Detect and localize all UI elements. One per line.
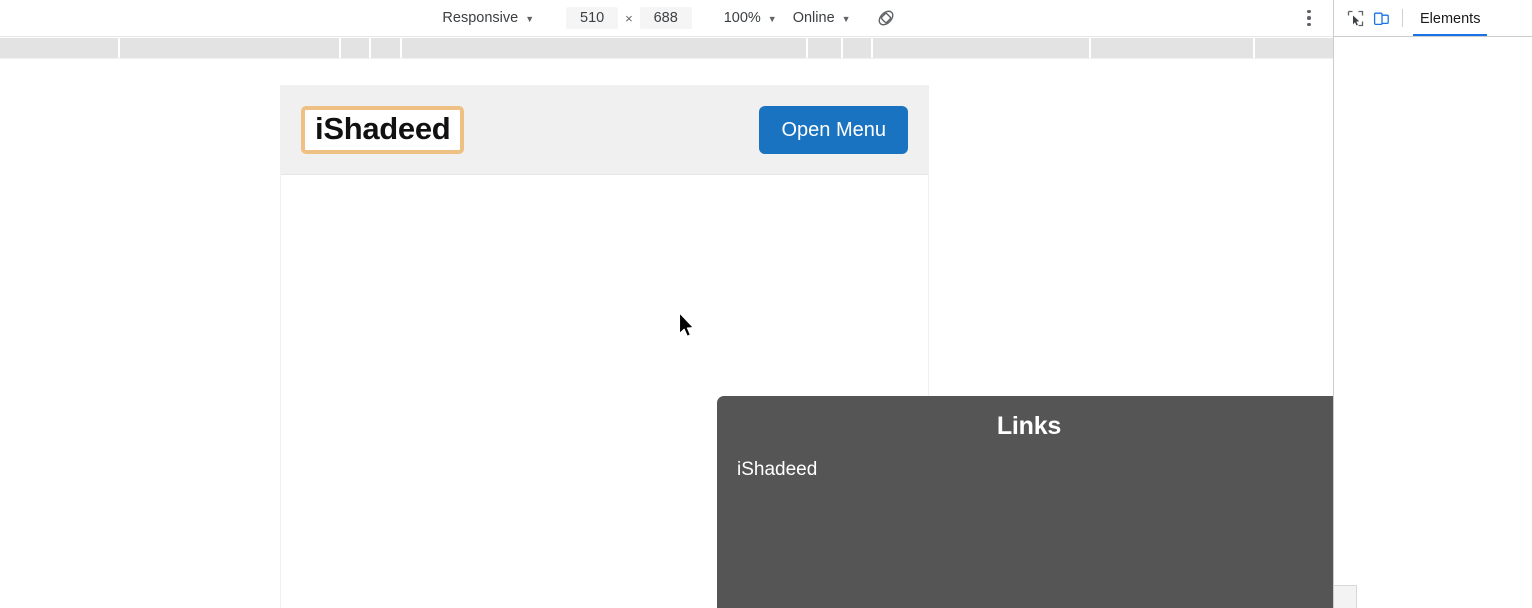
ruler-tick <box>1253 38 1255 58</box>
links-item-link[interactable]: iShadeed <box>737 459 817 480</box>
site-logo: iShadeed <box>301 106 465 154</box>
list-item: iShadeed <box>737 459 1333 481</box>
dom-row-body[interactable]: ▼ <body translate="no" <box>1334 497 1532 516</box>
dom-row-head[interactable]: ▶ <head>…</head> <box>1334 421 1532 440</box>
dom-row-html[interactable]: <html lang="en"> <box>1334 155 1532 174</box>
devtools-corner-button[interactable] <box>1334 585 1357 608</box>
toggle-device-toolbar-button[interactable] <box>1368 5 1394 31</box>
kebab-dot <box>1307 16 1311 20</box>
toggle-device-toolbar-icon <box>1373 12 1389 25</box>
links-overlay-panel: Links iShadeed <box>717 396 1333 608</box>
chevron-down-icon: ▼ <box>525 13 535 24</box>
kebab-dot <box>1307 9 1311 14</box>
dimension-separator: × <box>625 10 633 26</box>
dom-tree: <!doctype html> <html lang="en"> <script… <box>1334 37 1532 608</box>
inspect-element-button[interactable] <box>1342 5 1368 31</box>
throttling-label: Online <box>792 10 835 26</box>
tab-elements[interactable]: Elements <box>1411 2 1489 36</box>
device-preset-select[interactable]: Responsive ▼ <box>434 7 542 29</box>
viewport-width-input[interactable] <box>566 7 619 29</box>
devtools-panel: Elements <!doctype html> <html lang="en"… <box>1333 0 1532 608</box>
site-header: iShadeed Open Menu <box>281 86 928 175</box>
ruler-tick <box>841 38 843 58</box>
kebab-dot <box>1307 22 1311 27</box>
open-menu-button[interactable]: Open Menu <box>759 106 908 154</box>
chevron-down-icon: ▼ <box>767 13 777 24</box>
links-panel-title: Links <box>996 412 1062 440</box>
device-preset-label: Responsive <box>442 10 519 26</box>
devtools-tabbar: Elements <box>1334 0 1532 37</box>
ruler-tick <box>1089 38 1091 58</box>
rotate-device-button[interactable] <box>873 5 899 31</box>
device-emulation-pane: Responsive ▼ × 100% ▼ Online ▼ <box>0 0 1333 608</box>
throttling-select[interactable]: Online ▼ <box>785 7 859 29</box>
dom-row-script-line2[interactable]: window["_gaUserPrefs <box>1334 288 1532 307</box>
dom-row-doctype[interactable]: <!doctype html> <box>1334 79 1532 98</box>
site-logo-link[interactable]: iShadeed <box>315 111 451 146</box>
device-toolbar-controls: Responsive ▼ × 100% ▼ Online ▼ <box>434 5 898 31</box>
dom-row-script-line3[interactable]: return true; } }</sc <box>1334 345 1532 364</box>
dom-row-script-open[interactable]: <script type="text/j <box>1334 231 1532 250</box>
device-toolbar: Responsive ▼ × 100% ▼ Online ▼ <box>0 0 1333 37</box>
toolbar-divider <box>1402 9 1403 27</box>
ruler-tick <box>339 38 341 58</box>
zoom-select[interactable]: 100% ▼ <box>716 7 785 29</box>
links-list: iShadeed <box>717 459 1333 481</box>
viewport-height-input[interactable] <box>639 7 692 29</box>
ruler-tick <box>400 38 402 58</box>
ruler-tick <box>369 38 371 58</box>
ruler-tick <box>871 38 873 58</box>
inspect-element-icon <box>1347 10 1363 26</box>
device-toolbar-more-button[interactable] <box>1299 7 1319 29</box>
ruler-tick <box>118 38 120 58</box>
rotate-device-icon <box>878 10 894 26</box>
ruler-tick <box>806 38 808 58</box>
device-ruler-strip[interactable] <box>0 38 1333 59</box>
chevron-down-icon: ▼ <box>841 13 851 24</box>
screen-root: Responsive ▼ × 100% ▼ Online ▼ <box>0 0 1532 608</box>
zoom-label: 100% <box>723 10 761 26</box>
dom-row-header[interactable]: ▼ <header> <box>1334 573 1532 592</box>
